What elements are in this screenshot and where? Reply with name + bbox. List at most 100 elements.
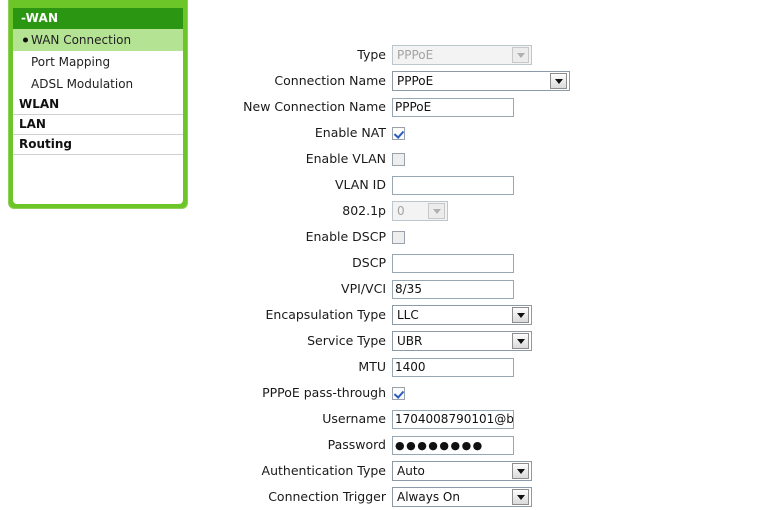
label-802-1p: 802.1p [342, 203, 386, 218]
sidebar-group-wan[interactable]: -WAN [13, 8, 183, 29]
form-row-vlan-id: VLAN ID [200, 172, 514, 198]
input-username[interactable]: 1704008790101@b [392, 409, 514, 429]
form-row-enable-dscp: Enable DSCP [200, 224, 405, 250]
select-type: PPPoE [392, 45, 532, 65]
select-value-service-type: UBR [397, 334, 423, 348]
field-wrap-pppoe-pass-through [392, 386, 405, 400]
input-mtu[interactable]: 1400 [392, 357, 514, 377]
sidebar-item-label: ADSL Modulation [31, 77, 134, 91]
sidebar-item-port-mapping[interactable]: Port Mapping [13, 51, 183, 73]
field-wrap-encapsulation-type: LLC [392, 305, 532, 325]
select-service-type[interactable]: UBR [392, 331, 532, 351]
input-vpi-vci[interactable]: 8/35 [392, 279, 514, 299]
field-wrap-802-1p: 0 [392, 201, 448, 221]
select-value-connection-trigger: Always On [397, 490, 460, 504]
form-row-password: Password ●●●●●●●● [200, 432, 514, 458]
form-row-enable-nat: Enable NAT [200, 120, 405, 146]
label-mtu: MTU [358, 359, 386, 374]
field-wrap-connection-trigger: Always On [392, 487, 532, 507]
field-wrap-username: 1704008790101@b [392, 409, 514, 429]
chevron-down-icon[interactable] [512, 463, 529, 479]
checkbox-enable-vlan[interactable] [392, 152, 405, 166]
chevron-down-glyph [516, 338, 525, 344]
select-802-1p: 0 [392, 201, 448, 221]
form-row-802-1p: 802.1p 0 [200, 198, 448, 224]
field-wrap-authentication-type: Auto [392, 461, 532, 481]
chevron-down-glyph [554, 78, 563, 84]
label-type: Type [357, 47, 386, 62]
label-connection-name: Connection Name [274, 73, 386, 88]
form-row-mtu: MTU 1400 [200, 354, 514, 380]
field-wrap-vlan-id [392, 175, 514, 195]
select-value-type: PPPoE [397, 48, 434, 62]
select-value-encapsulation-type: LLC [397, 308, 419, 322]
chevron-down-glyph [432, 208, 441, 214]
form-row-type: Type PPPoE [200, 42, 532, 68]
sidebar-item-wan-connection[interactable]: WAN Connection [13, 29, 183, 51]
chevron-down-icon[interactable] [550, 73, 567, 89]
chevron-down-icon[interactable] [512, 333, 529, 349]
field-wrap-mtu: 1400 [392, 357, 514, 377]
field-wrap-vpi-vci: 8/35 [392, 279, 514, 299]
form-row-connection-trigger: Connection Trigger Always On [200, 484, 532, 510]
select-authentication-type[interactable]: Auto [392, 461, 532, 481]
checkbox-enable-dscp[interactable] [392, 230, 405, 244]
label-encapsulation-type: Encapsulation Type [265, 307, 386, 322]
chevron-down-glyph [516, 312, 525, 318]
field-wrap-new-connection-name: PPPoE [392, 97, 514, 117]
chevron-down-icon [512, 47, 529, 63]
chevron-down-glyph [516, 468, 525, 474]
label-vlan-id: VLAN ID [335, 177, 386, 192]
label-username: Username [322, 411, 386, 426]
form-row-service-type: Service Type UBR [200, 328, 532, 354]
label-new-connection-name: New Connection Name [243, 99, 386, 114]
input-dscp[interactable] [392, 253, 514, 273]
field-wrap-enable-nat [392, 126, 405, 140]
label-password: Password [327, 437, 386, 452]
field-wrap-password: ●●●●●●●● [392, 435, 514, 455]
form-row-username: Username 1704008790101@b [200, 406, 514, 432]
label-service-type: Service Type [307, 333, 386, 348]
input-vlan-id[interactable] [392, 175, 514, 195]
label-authentication-type: Authentication Type [261, 463, 386, 478]
sidebar-item-label: Port Mapping [31, 55, 111, 69]
checkbox-pppoe-pass-through[interactable] [392, 386, 405, 400]
form-row-connection-name: Connection Name PPPoE [200, 68, 570, 94]
sidebar-item-label: WAN Connection [31, 33, 132, 47]
select-connection-trigger[interactable]: Always On [392, 487, 532, 507]
chevron-down-icon[interactable] [512, 489, 529, 505]
form-row-dscp: DSCP [200, 250, 514, 276]
sidebar-item-wlan[interactable]: WLAN [13, 95, 183, 115]
label-enable-dscp: Enable DSCP [305, 229, 386, 244]
field-wrap-dscp [392, 253, 514, 273]
label-vpi-vci: VPI/VCI [341, 281, 386, 296]
form-row-vpi-vci: VPI/VCI 8/35 [200, 276, 514, 302]
sidebar-menu: -WAN WAN Connection Port Mapping ADSL Mo… [13, 8, 183, 204]
input-new-connection-name[interactable]: PPPoE [392, 97, 514, 117]
label-connection-trigger: Connection Trigger [268, 489, 386, 504]
form-row-enable-vlan: Enable VLAN [200, 146, 405, 172]
field-wrap-type: PPPoE [392, 45, 532, 65]
password-field-password[interactable]: ●●●●●●●● [392, 435, 514, 455]
checkbox-enable-nat[interactable] [392, 126, 405, 140]
wan-connection-form: Type PPPoE Connection Name PPPoE New Connect… [200, 0, 782, 507]
sidebar-item-lan[interactable]: LAN [13, 115, 183, 135]
select-value-connection-name: PPPoE [397, 74, 434, 88]
sidebar-item-routing[interactable]: Routing [13, 135, 183, 155]
sidebar-item-adsl-modulation[interactable]: ADSL Modulation [13, 73, 183, 95]
bullet-icon [23, 37, 28, 43]
chevron-down-icon[interactable] [512, 307, 529, 323]
form-row-new-connection-name: New Connection Name PPPoE [200, 94, 514, 120]
label-dscp: DSCP [352, 255, 386, 270]
select-value-802-1p: 0 [397, 204, 405, 218]
form-row-encapsulation-type: Encapsulation Type LLC [200, 302, 532, 328]
field-wrap-connection-name: PPPoE [392, 71, 570, 91]
select-connection-name[interactable]: PPPoE [392, 71, 570, 91]
field-wrap-enable-vlan [392, 152, 405, 166]
label-enable-nat: Enable NAT [314, 125, 386, 140]
select-encapsulation-type[interactable]: LLC [392, 305, 532, 325]
label-pppoe-pass-through: PPPoE pass-through [262, 385, 386, 400]
chevron-down-glyph [516, 494, 525, 500]
chevron-down-icon [428, 203, 445, 219]
sidebar-empty-area [13, 155, 183, 174]
